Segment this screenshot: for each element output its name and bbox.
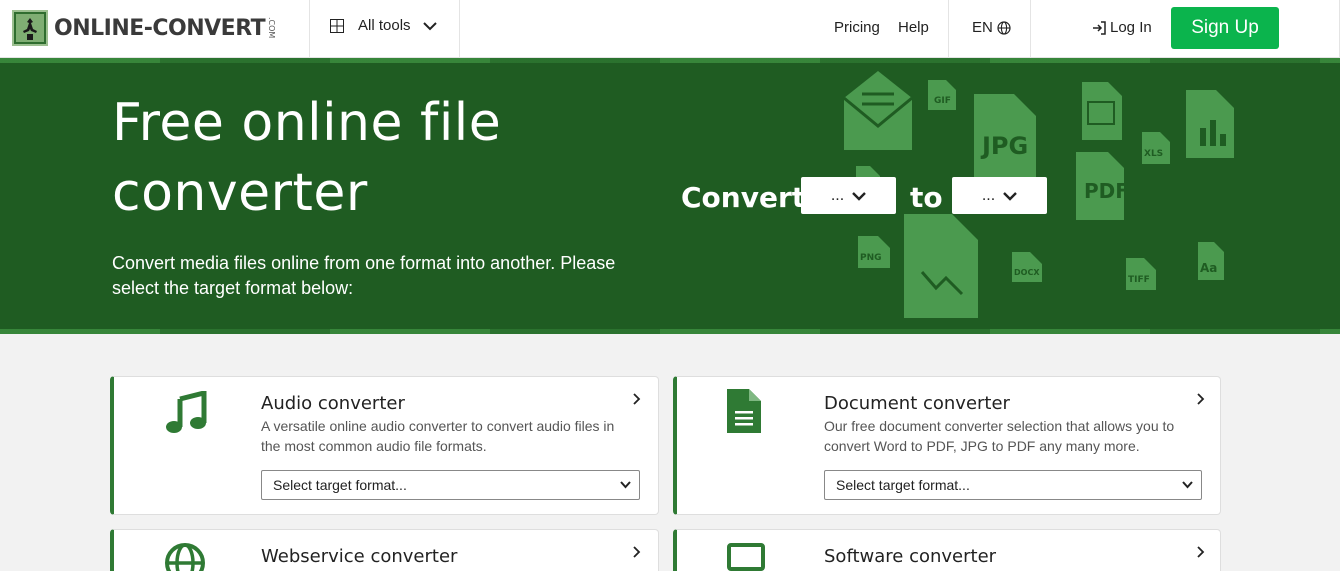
chevron-right-icon: [1197, 393, 1205, 405]
monitor-icon: [727, 543, 765, 571]
chevron-down-icon: [1003, 191, 1018, 201]
png-label: PNG: [860, 253, 882, 263]
docx-label: DOCX: [1014, 268, 1040, 277]
all-tools-menu[interactable]: All tools: [330, 17, 437, 34]
from-format-select[interactable]: ...: [801, 177, 896, 214]
all-tools-label: All tools: [358, 17, 411, 34]
document-converter-card[interactable]: Document converter Our free document con…: [673, 376, 1221, 515]
language-code: EN: [972, 19, 993, 36]
chevron-down-icon: [422, 21, 437, 30]
hero-stripe-bottom: [0, 329, 1340, 334]
card-description: Our free document converter selection th…: [824, 418, 1175, 454]
chevron-down-icon: [620, 481, 631, 489]
select-placeholder: Select target format...: [836, 477, 970, 493]
header-divider: [1030, 0, 1031, 58]
from-format-value: ...: [830, 186, 845, 204]
software-converter-card[interactable]: Software converter: [673, 529, 1221, 571]
header-divider: [309, 0, 310, 58]
signup-button[interactable]: Sign Up: [1171, 7, 1279, 49]
globe-icon: [997, 20, 1011, 35]
audio-converter-card[interactable]: Audio converter A versatile online audio…: [110, 376, 659, 515]
login-link[interactable]: Log In: [1092, 19, 1152, 36]
globe-icon: [165, 543, 205, 571]
card-description: A versatile online audio converter to co…: [261, 418, 615, 454]
grid-icon: [330, 18, 344, 33]
top-navigation-bar: ONLINE-CONVERT .COM All tools Pricing He…: [0, 0, 1340, 58]
document-icon: [727, 389, 761, 433]
hero-title-line1: Free online file: [112, 93, 502, 153]
logo-text: ONLINE-CONVERT: [54, 15, 266, 41]
to-label: to: [910, 181, 943, 214]
pricing-link[interactable]: Pricing: [834, 19, 880, 36]
chevron-right-icon: [1197, 546, 1205, 558]
target-format-select[interactable]: Select target format...: [261, 470, 640, 500]
chevron-down-icon: [852, 191, 867, 201]
logo-mark-icon: [12, 10, 48, 46]
chevron-right-icon: [633, 546, 641, 558]
pdf-label: PDF: [1084, 179, 1129, 203]
hero-banner: Free online file converter Convert media…: [0, 58, 1340, 334]
gif-label: GIF: [934, 96, 951, 106]
help-link[interactable]: Help: [898, 19, 929, 36]
hero-title-line2: converter: [112, 163, 368, 223]
hero-subtitle: Convert media files online from one form…: [112, 253, 616, 298]
chevron-right-icon: [633, 393, 641, 405]
hero-title: Free online file converter: [112, 88, 501, 228]
hero-stripe-top: [0, 58, 1340, 63]
convert-label: Convert: [681, 181, 806, 214]
webservice-converter-card[interactable]: Webservice converter: [110, 529, 659, 571]
music-note-icon: [166, 391, 207, 433]
header-divider: [948, 0, 949, 58]
card-title: Audio converter: [261, 393, 405, 414]
login-icon: [1093, 20, 1106, 35]
target-format-select[interactable]: Select target format...: [824, 470, 1202, 500]
select-placeholder: Select target format...: [273, 477, 407, 493]
xls-label: XLS: [1144, 149, 1163, 159]
jpg-label: JPG: [980, 132, 1028, 160]
chevron-down-icon: [1182, 481, 1193, 489]
login-label: Log In: [1110, 19, 1152, 36]
card-title: Webservice converter: [261, 546, 458, 567]
language-selector[interactable]: EN: [972, 19, 1011, 36]
to-format-value: ...: [981, 186, 996, 204]
card-title: Software converter: [824, 546, 997, 567]
to-format-select[interactable]: ...: [952, 177, 1047, 214]
header-divider: [459, 0, 460, 58]
tiff-label: TIFF: [1128, 275, 1150, 285]
site-logo[interactable]: ONLINE-CONVERT .COM: [12, 10, 276, 46]
logo-suffix: .COM: [267, 17, 277, 39]
aa-label: Aa: [1200, 261, 1217, 275]
card-title: Document converter: [824, 393, 1010, 414]
